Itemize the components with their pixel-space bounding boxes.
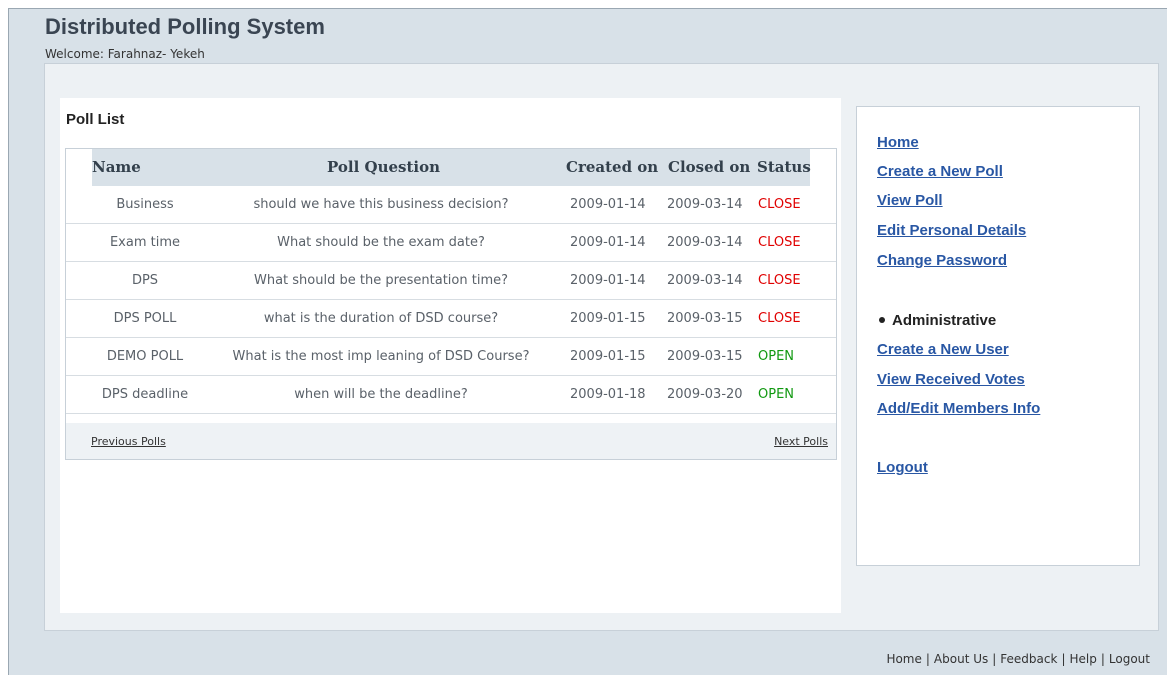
sidebar-item-logout[interactable]: Logout: [877, 459, 928, 476]
closed-date: 2009-03-14: [667, 197, 743, 212]
created-date: 2009-01-14: [570, 235, 646, 250]
table-row[interactable]: DEMO POLL What is the most imp leaning o…: [66, 338, 836, 376]
column-header-status: Status: [757, 158, 811, 176]
next-polls-link[interactable]: Next Polls: [774, 435, 828, 448]
column-header-created: Created on: [566, 158, 659, 176]
sidebar-item-edit-members[interactable]: Add/Edit Members Info: [877, 400, 1040, 417]
sidebar-item-create-user[interactable]: Create a New User: [877, 341, 1009, 358]
poll-question: when will be the deadline?: [294, 387, 468, 402]
created-date: 2009-01-15: [570, 311, 646, 326]
app-title: Distributed Polling System: [45, 14, 325, 39]
bullet-icon: [879, 316, 885, 323]
footer-logout-link[interactable]: Logout: [1109, 652, 1150, 666]
poll-question: should we have this business decision?: [253, 197, 509, 212]
table-row[interactable]: DPS deadline when will be the deadline? …: [66, 376, 836, 414]
administrative-section-label: Administrative: [877, 312, 996, 329]
table-row[interactable]: DPS POLL what is the duration of DSD cou…: [66, 300, 836, 338]
status-badge: CLOSE: [758, 235, 801, 250]
created-date: 2009-01-18: [570, 387, 646, 402]
poll-question: What is the most imp leaning of DSD Cour…: [232, 349, 530, 364]
sidebar-menu: Home Create a New Poll View Poll Edit Pe…: [856, 106, 1140, 566]
poll-name: DPS POLL: [113, 311, 177, 326]
closed-date: 2009-03-15: [667, 311, 743, 326]
column-header-name: Name: [92, 158, 141, 176]
table-row[interactable]: Business should we have this business de…: [66, 186, 836, 224]
table-row[interactable]: DPS What should be the presentation time…: [66, 262, 836, 300]
closed-date: 2009-03-14: [667, 273, 743, 288]
status-badge: CLOSE: [758, 197, 801, 212]
created-date: 2009-01-14: [570, 273, 646, 288]
previous-polls-link[interactable]: Previous Polls: [91, 435, 166, 448]
footer-separator: |: [992, 652, 997, 666]
footer-separator: |: [925, 652, 930, 666]
sidebar-item-view-votes[interactable]: View Received Votes: [877, 371, 1025, 388]
footer-home-link[interactable]: Home: [886, 652, 921, 666]
sidebar-item-change-password[interactable]: Change Password: [877, 252, 1007, 269]
footer-help-link[interactable]: Help: [1070, 652, 1097, 666]
section-title: Poll List: [66, 111, 125, 128]
table-row[interactable]: Exam time What should be the exam date? …: [66, 224, 836, 262]
column-header-closed: Closed on: [668, 158, 751, 176]
status-badge: OPEN: [758, 387, 795, 402]
sidebar-item-create-poll[interactable]: Create a New Poll: [877, 163, 1003, 180]
sidebar-item-home[interactable]: Home: [877, 134, 919, 151]
created-date: 2009-01-15: [570, 349, 646, 364]
poll-question: what is the duration of DSD course?: [263, 311, 499, 326]
sidebar-item-view-poll[interactable]: View Poll: [877, 192, 943, 209]
created-date: 2009-01-14: [570, 197, 646, 212]
welcome-message: Welcome: Farahnaz- Yekeh: [45, 47, 205, 61]
footer-feedback-link[interactable]: Feedback: [1000, 652, 1057, 666]
closed-date: 2009-03-15: [667, 349, 743, 364]
poll-question: What should be the exam date?: [277, 235, 485, 250]
sidebar-item-edit-details[interactable]: Edit Personal Details: [877, 222, 1026, 239]
administrative-label-text: Administrative: [892, 312, 997, 329]
poll-name: Exam time: [109, 235, 181, 250]
poll-name: DPS deadline: [101, 387, 189, 402]
poll-list-table: Name Poll Question Created on Closed on …: [65, 148, 837, 460]
poll-name: DPS: [131, 273, 159, 288]
closed-date: 2009-03-20: [667, 387, 743, 402]
table-pager: Previous Polls Next Polls: [66, 423, 836, 459]
status-badge: CLOSE: [758, 273, 801, 288]
footer-about-link[interactable]: About Us: [934, 652, 988, 666]
column-header-question: Poll Question: [327, 158, 440, 176]
footer-separator: |: [1100, 652, 1105, 666]
poll-name: Business: [116, 197, 174, 212]
table-header: Name Poll Question Created on Closed on …: [92, 149, 811, 186]
status-badge: OPEN: [758, 349, 795, 364]
footer-nav: Home | About Us | Feedback | Help | Logout: [886, 652, 1150, 666]
poll-name: DEMO POLL: [106, 349, 184, 364]
status-badge: CLOSE: [758, 311, 801, 326]
footer-separator: |: [1061, 652, 1066, 666]
poll-question: What should be the presentation time?: [253, 273, 509, 288]
closed-date: 2009-03-14: [667, 235, 743, 250]
